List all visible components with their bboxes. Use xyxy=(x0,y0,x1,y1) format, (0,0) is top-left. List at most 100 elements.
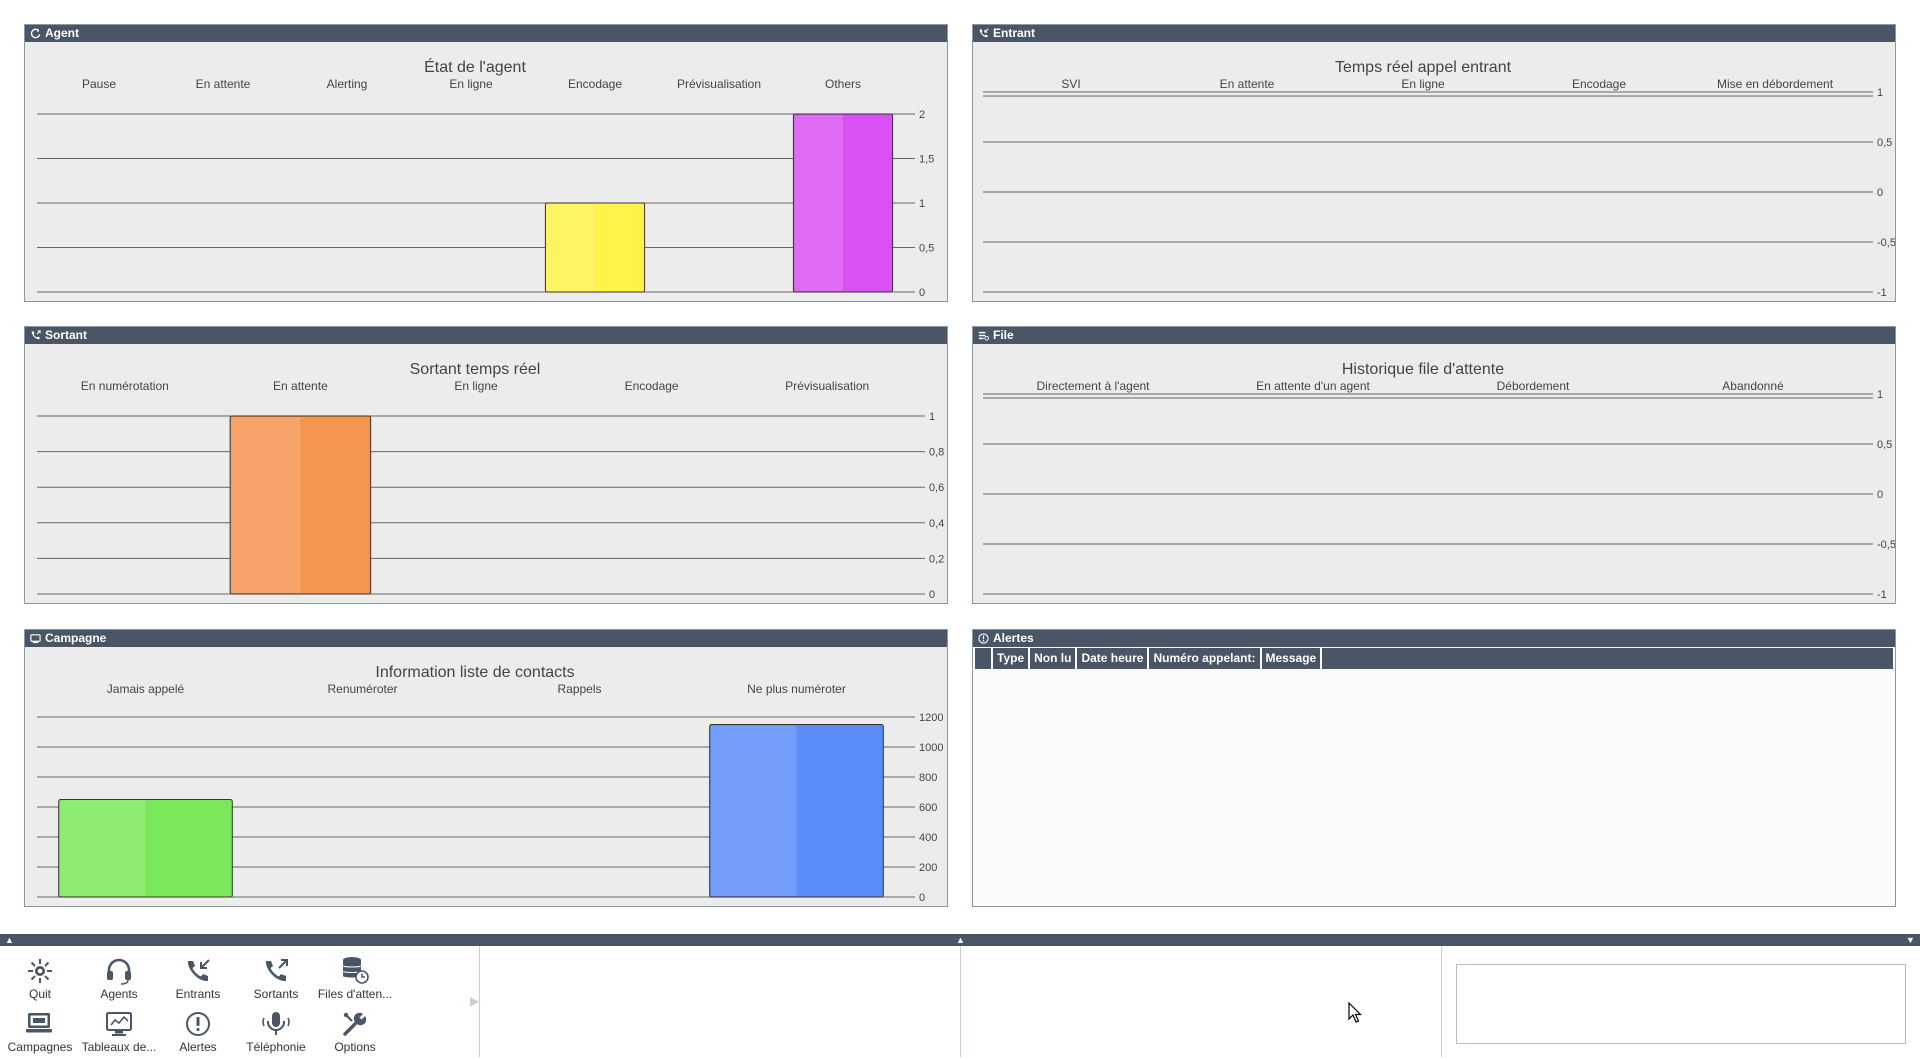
campagne-chart-svg: Information liste de contacts Jamais appe… xyxy=(37,664,943,904)
file-panel-header: File xyxy=(973,327,1895,344)
alerts-col-type[interactable]: Type xyxy=(993,648,1031,669)
section-divider-2 xyxy=(1441,946,1442,1057)
toolbar-button-queue-database[interactable]: Files d'atten... xyxy=(316,953,394,1005)
entrant-category-label: Mise en débordement xyxy=(1717,77,1834,91)
toolbar-scroll-arrow[interactable]: ▶ xyxy=(470,994,479,1008)
collapse-down-icon[interactable]: ▼ xyxy=(1906,934,1915,946)
agent-category-label: En attente xyxy=(196,77,251,91)
campaign-icon xyxy=(29,633,41,645)
notification-box xyxy=(1456,964,1906,1044)
toolbar-button-incoming-call[interactable]: Entrants xyxy=(159,953,237,1005)
collapse-up-icon[interactable]: ▲ xyxy=(5,934,14,946)
alertes-panel-header: Alertes xyxy=(973,630,1895,647)
sortant-y-tick: 0 xyxy=(929,589,935,601)
agent-panel-header: Agent xyxy=(25,25,947,42)
toolbar-button-quit[interactable]: Quit xyxy=(1,953,79,1005)
agent-category-label: Prévisualisation xyxy=(677,77,761,91)
campagne-bar[interactable] xyxy=(58,799,233,898)
sortant-category-label: En attente xyxy=(273,379,328,393)
sortant-category-label: Encodage xyxy=(625,379,679,393)
file-panel-title: File xyxy=(993,328,1014,342)
file-chart: Historique file d'attente Directement à l… xyxy=(973,344,1895,603)
sortant-chart-title: Sortant temps réel xyxy=(410,361,541,378)
campagne-bar[interactable] xyxy=(709,724,884,898)
agent-y-tick: 2 xyxy=(919,109,925,121)
toolbar-button-tools[interactable]: Options xyxy=(316,1006,394,1058)
toolbar-button-label: Entrants xyxy=(175,987,221,1001)
sortant-category-label: En numérotation xyxy=(81,379,169,393)
entrant-panel-title: Entrant xyxy=(993,26,1035,40)
file-y-tick: 0 xyxy=(1877,489,1883,501)
agent-bar[interactable] xyxy=(544,202,646,293)
sortant-bar[interactable] xyxy=(229,415,372,595)
incoming-call-icon xyxy=(159,953,237,985)
agent-y-tick: 1,5 xyxy=(919,154,934,166)
alerts-table[interactable]: Type Non lu Date heure Numéro appelant: … xyxy=(973,647,1895,906)
sortant-panel-title: Sortant xyxy=(45,328,87,342)
file-y-tick: -0,5 xyxy=(1877,539,1895,551)
tools-icon xyxy=(316,1006,394,1038)
file-chart-svg: Historique file d'attente Directement à l… xyxy=(983,361,1895,601)
toolbar-button-dashboard[interactable]: Tableaux de... xyxy=(80,1006,158,1058)
queue-icon xyxy=(977,330,989,342)
campagne-panel: Campagne Information liste de contacts Ja… xyxy=(24,629,948,907)
sortant-category-label: Prévisualisation xyxy=(785,379,869,393)
entrant-chart-svg: Temps réel appel entrant SVI En attente En … xyxy=(983,59,1895,299)
campagne-y-tick: 200 xyxy=(919,862,937,874)
mouse-cursor-icon xyxy=(1348,1002,1362,1023)
agent-panel-title: Agent xyxy=(45,26,79,40)
agent-y-tick: 1 xyxy=(919,198,925,210)
toolbar-button-headset[interactable]: Agents xyxy=(80,953,158,1005)
entrant-category-label: Encodage xyxy=(1572,77,1626,91)
agent-chart-svg: État de l'agent Pause En attente Alerting En… xyxy=(37,57,934,299)
toolbar-button-outgoing-call[interactable]: Sortants xyxy=(237,953,315,1005)
alerts-col-unread[interactable]: Non lu xyxy=(1030,648,1078,669)
file-category-label: Abandonné xyxy=(1722,379,1784,393)
agent-category-label: Others xyxy=(825,77,861,91)
campagne-category-label: Rappels xyxy=(557,682,601,696)
campaign-monitor-icon xyxy=(1,1006,79,1038)
alert-icon xyxy=(977,633,989,645)
alerts-table-header: Type Non lu Date heure Numéro appelant: … xyxy=(975,648,1893,669)
alerts-select-column[interactable] xyxy=(975,648,993,669)
campagne-y-tick: 1200 xyxy=(919,712,943,724)
toolbar-button-label: Agents xyxy=(100,987,138,1001)
file-y-tick: 0,5 xyxy=(1877,439,1892,451)
alerts-col-datetime[interactable]: Date heure xyxy=(1077,648,1150,669)
refresh-icon xyxy=(29,28,41,40)
alerts-col-message[interactable]: Message xyxy=(1262,648,1323,669)
resize-handle-icon[interactable]: ▲ xyxy=(956,934,965,946)
alerts-col-caller[interactable]: Numéro appelant: xyxy=(1149,648,1262,669)
agent-bar-highlight xyxy=(546,204,595,291)
campagne-bar-highlight xyxy=(710,725,797,896)
toolbar-button-label: Sortants xyxy=(253,987,299,1001)
entrant-panel: Entrant Temps réel appel entrant SVI En at… xyxy=(972,24,1896,302)
toolbar-button-microphone[interactable]: Téléphonie xyxy=(237,1006,315,1058)
toolbar-button-alert[interactable]: Alertes xyxy=(159,1006,237,1058)
campagne-chart-title: Information liste de contacts xyxy=(375,664,574,681)
toolbar-button-label: Files d'atten... xyxy=(317,987,393,1001)
entrant-category-label: En attente xyxy=(1220,77,1275,91)
agent-bar[interactable] xyxy=(792,113,894,293)
agent-y-tick: 0 xyxy=(919,287,925,299)
entrant-panel-header: Entrant xyxy=(973,25,1895,42)
panel-splitter[interactable]: ▲ ▲ ▼ xyxy=(0,934,1920,946)
entrant-chart: Temps réel appel entrant SVI En attente En … xyxy=(973,42,1895,301)
section-divider xyxy=(960,946,961,1057)
incoming-call-icon xyxy=(977,28,989,40)
toolbar-button-label: Quit xyxy=(28,987,51,1001)
campagne-y-tick: 0 xyxy=(919,892,925,904)
entrant-y-tick: -0,5 xyxy=(1877,237,1895,249)
campagne-bar-highlight xyxy=(59,800,146,896)
alertes-panel-title: Alertes xyxy=(993,631,1034,645)
sortant-panel: Sortant Sortant temps réel En numérotatio… xyxy=(24,326,948,604)
agent-category-label: En ligne xyxy=(449,77,493,91)
agent-chart: État de l'agent Pause En attente Alerting En… xyxy=(25,42,947,301)
campagne-y-tick: 800 xyxy=(919,772,937,784)
sortant-y-tick: 0,6 xyxy=(929,482,944,494)
campagne-chart: Information liste de contacts Jamais appe… xyxy=(25,647,947,906)
toolbar-button-label: Téléphonie xyxy=(246,1040,306,1054)
toolbar-button-campaign-monitor[interactable]: Campagnes xyxy=(1,1006,79,1058)
quit-icon xyxy=(1,953,79,985)
agent-bar-highlight xyxy=(794,115,843,291)
